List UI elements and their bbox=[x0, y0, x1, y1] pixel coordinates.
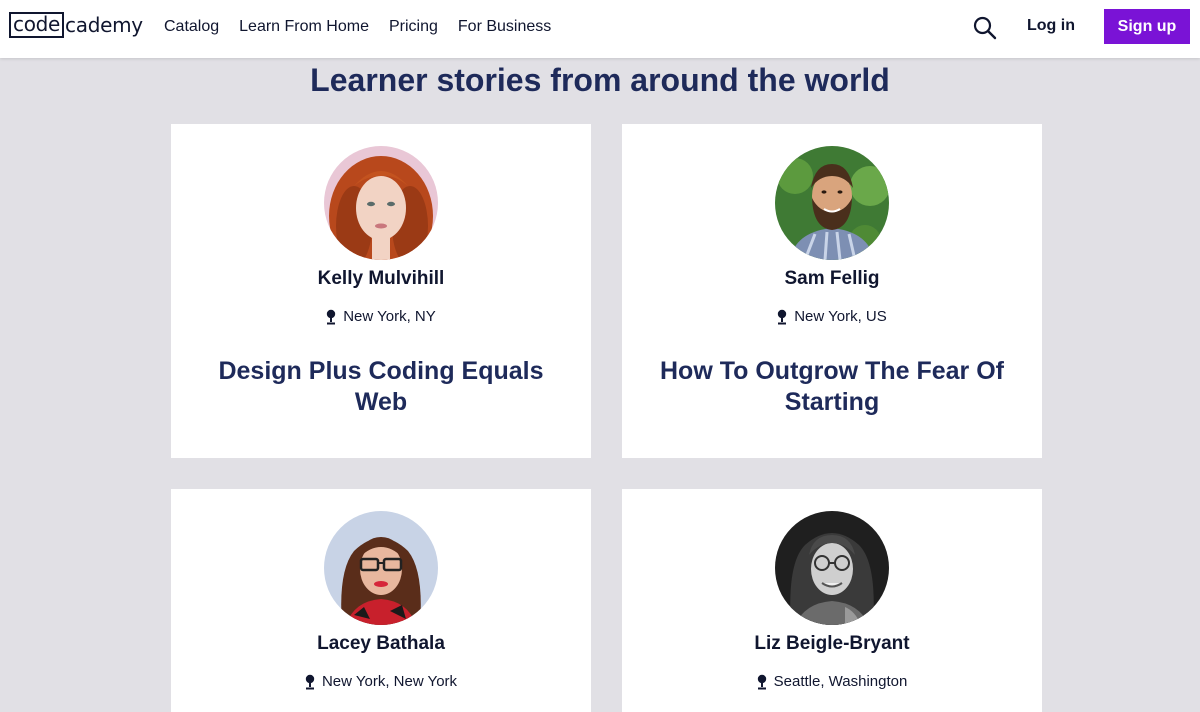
location-pin-icon bbox=[757, 674, 766, 689]
location-text: New York, NY bbox=[343, 308, 436, 325]
location-text: New York, US bbox=[794, 308, 887, 325]
avatar bbox=[775, 511, 889, 625]
story-title-link[interactable]: Design Plus Coding Equals Web bbox=[191, 356, 571, 418]
logo-boxed-text: code bbox=[9, 12, 65, 38]
learner-name: Kelly Mulvihill bbox=[317, 268, 445, 289]
nav-for-business[interactable]: For Business bbox=[458, 18, 551, 36]
signup-button[interactable]: Sign up bbox=[1104, 9, 1190, 44]
story-card[interactable]: Lacey Bathala New York, New York bbox=[171, 489, 591, 712]
learner-name: Liz Beigle-Bryant bbox=[754, 633, 910, 654]
avatar bbox=[324, 146, 438, 260]
location-text: Seattle, Washington bbox=[773, 673, 908, 690]
login-button[interactable]: Log in bbox=[1018, 8, 1084, 44]
page-title: Learner stories from around the world bbox=[310, 61, 890, 98]
story-card[interactable]: Kelly Mulvihill New York, NY Design Plus… bbox=[171, 124, 591, 458]
learner-name: Lacey Bathala bbox=[317, 633, 445, 654]
search-icon[interactable] bbox=[972, 15, 998, 41]
location-pin-icon bbox=[778, 309, 787, 324]
learner-location: New York, New York bbox=[171, 673, 591, 690]
story-card[interactable]: Sam Fellig New York, US How To Outgrow T… bbox=[622, 124, 1042, 458]
location-pin-icon bbox=[327, 309, 336, 324]
top-nav-bar: code cademy Catalog Learn From Home Prici… bbox=[0, 0, 1200, 58]
learner-location: Seattle, Washington bbox=[622, 673, 1042, 690]
learner-name: Sam Fellig bbox=[784, 268, 880, 289]
logo-rest-text: cademy bbox=[65, 13, 143, 37]
learner-location: New York, NY bbox=[171, 308, 591, 325]
main-nav: Catalog Learn From Home Pricing For Busi… bbox=[164, 0, 571, 54]
location-pin-icon bbox=[305, 674, 315, 689]
story-title-link[interactable]: How To Outgrow The Fear Of Starting bbox=[642, 356, 1022, 418]
location-text: New York, New York bbox=[321, 673, 458, 690]
story-card[interactable]: Liz Beigle-Bryant Seattle, Washington bbox=[622, 489, 1042, 712]
nav-catalog[interactable]: Catalog bbox=[164, 18, 219, 36]
nav-learn-from-home[interactable]: Learn From Home bbox=[239, 18, 369, 36]
learner-location: New York, US bbox=[622, 308, 1042, 325]
nav-pricing[interactable]: Pricing bbox=[389, 18, 438, 36]
avatar bbox=[775, 146, 889, 260]
codecademy-logo[interactable]: code cademy bbox=[9, 12, 143, 38]
avatar bbox=[324, 511, 438, 625]
